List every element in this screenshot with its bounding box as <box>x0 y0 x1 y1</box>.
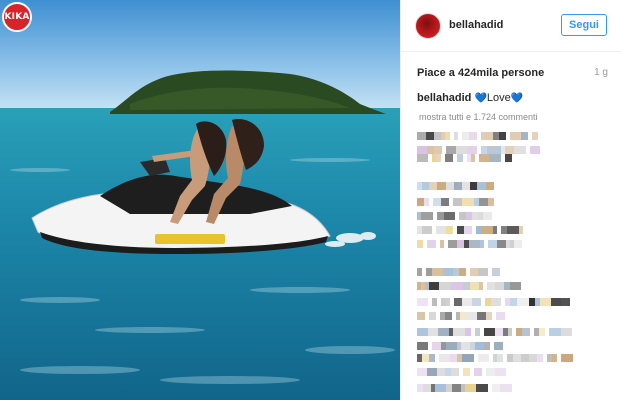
redacted-comment <box>417 328 607 336</box>
redacted-comment <box>417 132 607 140</box>
post-caption: bellahadid 💙Love💙 <box>417 92 523 104</box>
post-photo: KIKA <box>0 0 400 400</box>
caption-username[interactable]: bellahadid <box>417 92 471 104</box>
redacted-comment <box>417 312 607 320</box>
redacted-comment <box>417 212 607 220</box>
post-time[interactable]: 1 g <box>594 67 608 78</box>
redacted-comment <box>417 198 607 206</box>
redacted-comment <box>417 268 607 276</box>
redacted-comment <box>417 182 607 190</box>
kika-logo-icon: KIKA <box>2 2 32 32</box>
post-sidebar: bellahadid Segui Piace a 424mila persone… <box>400 0 621 400</box>
redacted-comment <box>417 240 607 248</box>
redacted-comment <box>417 282 607 290</box>
redacted-comment <box>417 154 607 162</box>
post-header: bellahadid Segui <box>401 0 621 52</box>
redacted-comment <box>417 368 607 376</box>
redacted-comment <box>417 226 607 234</box>
redacted-comment <box>417 298 607 306</box>
jet-ski-scene <box>0 0 400 400</box>
jet-ski-brand-decal <box>155 234 225 244</box>
avatar-icon[interactable] <box>415 13 441 39</box>
caption-text: Love <box>486 92 511 104</box>
redacted-comment <box>417 354 607 362</box>
blue-heart-icon: 💙 <box>474 93 487 104</box>
username-link[interactable]: bellahadid <box>449 19 503 31</box>
redacted-comment <box>417 146 607 154</box>
comments-list <box>417 128 617 400</box>
redacted-comment <box>417 342 607 350</box>
blue-heart-icon: 💙 <box>510 93 524 104</box>
follow-button[interactable]: Segui <box>561 14 607 36</box>
likes-count[interactable]: Piace a 424mila persone <box>417 67 544 79</box>
show-all-comments-link[interactable]: mostra tutti e 1.724 commenti <box>419 112 538 122</box>
redacted-comment <box>417 384 607 392</box>
